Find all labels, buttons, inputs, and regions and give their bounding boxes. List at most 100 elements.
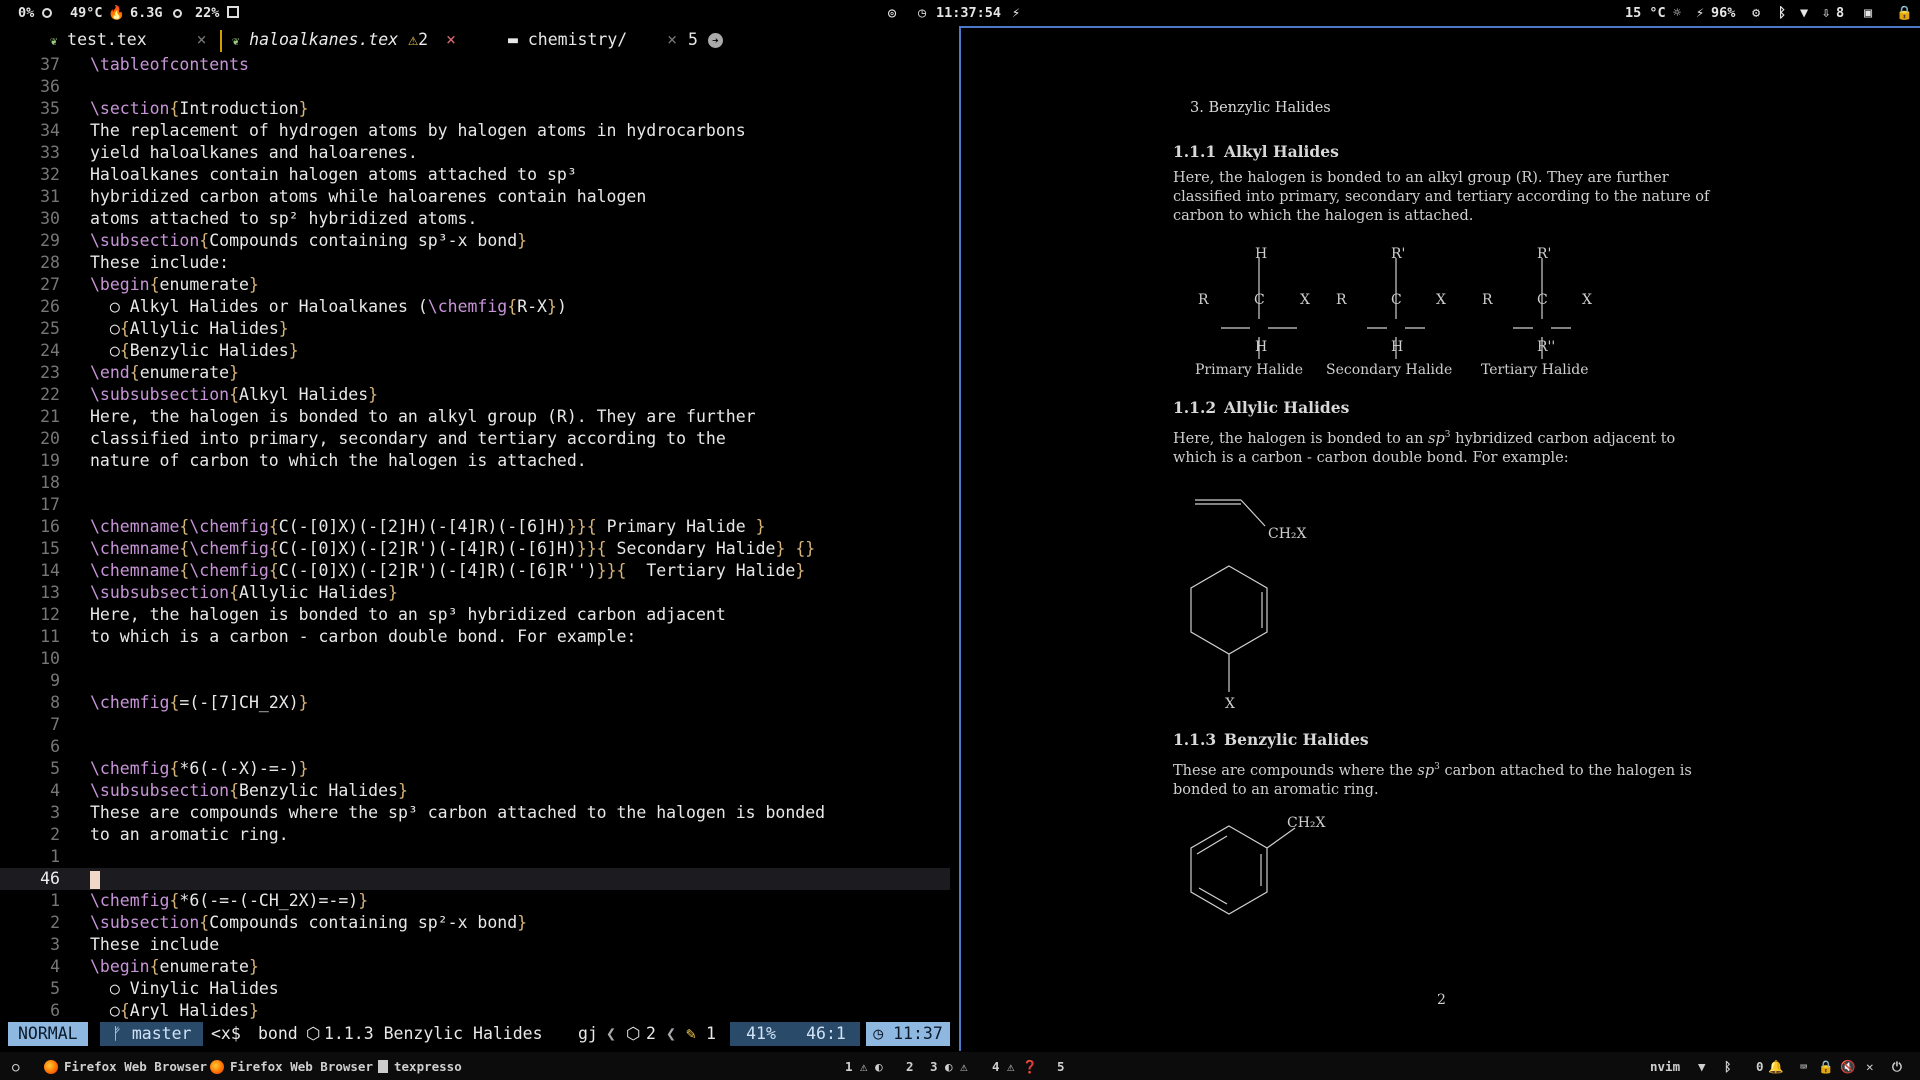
code-line[interactable]: 2 to an aromatic ring. (0, 824, 950, 846)
atom-label: C (1391, 292, 1402, 308)
workspace-3[interactable]: 3 ◐ ⚠ (930, 1059, 968, 1074)
lock-icon[interactable]: 🔒 (1818, 1059, 1834, 1075)
atom-label: CH₂X (1268, 526, 1307, 542)
code-line[interactable]: 5 ○ Vinylic Halides (0, 978, 950, 1000)
line-number: 22 (40, 385, 60, 404)
mic-mute-icon[interactable]: ✕ (1866, 1059, 1874, 1074)
bluetooth-icon[interactable]: ᛒ (1724, 1059, 1732, 1074)
launcher-icon[interactable]: ○ (12, 1059, 20, 1074)
code-line[interactable]: 13 \subsubsection{Allylic Halides} (0, 582, 950, 604)
line-text: to which is a carbon - carbon double bon… (90, 627, 637, 646)
code-line[interactable]: 11 to which is a carbon - carbon double b… (0, 626, 950, 648)
line-text: \chemname{\chemfig{C(-[0]X)(-[2]R')(-[4]… (90, 539, 816, 558)
image-icon[interactable]: ▣ (1864, 5, 1872, 21)
line-number: 8 (50, 693, 60, 712)
code-line[interactable]: 10 (0, 648, 950, 670)
code-line[interactable]: 37 \tableofcontents (0, 54, 950, 76)
code-line[interactable]: 21 Here, the halogen is bonded to an alky… (0, 406, 950, 428)
cursor-position: 46:1 (792, 1022, 860, 1046)
code-line[interactable]: 25 ○{Allylic Halides} (0, 318, 950, 340)
close-icon[interactable]: × (446, 30, 456, 49)
line-number: 35 (40, 99, 60, 118)
tab-chemistry-dir[interactable]: ▬ chemistry/ × (508, 30, 677, 49)
code-line[interactable]: 36 (0, 76, 950, 98)
tab-label: haloalkanes.tex (249, 30, 399, 49)
code-line[interactable]: 9 (0, 670, 950, 692)
code-line[interactable]: 23 \end{enumerate} (0, 362, 950, 384)
atom-label: H (1255, 246, 1268, 262)
code-line[interactable]: 35 \section{Introduction} (0, 98, 950, 120)
disk-usage: 22% (195, 5, 220, 21)
taskbar-app[interactable]: Firefox Web Browser (44, 1059, 207, 1074)
code-line[interactable]: 14 \chemname{\chemfig{C(-[0]X)(-[2]R')(-[… (0, 560, 950, 582)
code-line[interactable]: 5 \chemfig{*6(-(-X)-=-)} (0, 758, 950, 780)
line-text: The replacement of hydrogen atoms by hal… (90, 121, 746, 140)
line-text: These include (90, 935, 220, 954)
code-line[interactable]: 8 \chemfig{=(-[7]CH_2X)} (0, 692, 950, 714)
code-line[interactable]: 3 These include (0, 934, 950, 956)
volume-mute-icon[interactable]: 🔇 (1840, 1059, 1856, 1075)
code-line[interactable]: 18 (0, 472, 950, 494)
tab-test-tex[interactable]: ❦ test.tex × (50, 30, 207, 49)
line-number: 6 (50, 1001, 60, 1020)
close-icon[interactable]: × (667, 30, 677, 49)
pending-keys: <x$ (211, 1024, 241, 1043)
code-line[interactable]: 33 yield haloalkanes and haloarenes. (0, 142, 950, 164)
code-line[interactable]: 30 atoms attached to sp² hybridized atoms… (0, 208, 950, 230)
code-line[interactable]: 6 (0, 736, 950, 758)
atom-label: R (1336, 292, 1347, 308)
workspace-2[interactable]: 2 (906, 1059, 914, 1074)
editor-pane[interactable]: ❦ test.tex × ❦ haloalkanes.tex ⚠2 × ▬ ch… (0, 26, 958, 1051)
code-line[interactable]: 24 ○{Benzylic Halides} (0, 340, 950, 362)
bell-icon[interactable]: 🔔 (1768, 1059, 1784, 1075)
code-line[interactable]: 17 (0, 494, 950, 516)
code-line[interactable]: 28 These include: (0, 252, 950, 274)
workspace-4[interactable]: 4 ⚠ ❓ (992, 1059, 1038, 1075)
code-line[interactable]: 7 (0, 714, 950, 736)
code-line[interactable]: 15 \chemname{\chemfig{C(-[0]X)(-[2]R')(-[… (0, 538, 950, 560)
lock-icon[interactable]: 🔒 (1896, 5, 1913, 21)
code-line[interactable]: 4 \subsubsection{Benzylic Halides} (0, 780, 950, 802)
idle-icon[interactable]: ⚡ (1012, 5, 1020, 21)
bluetooth-icon[interactable]: ᛒ (1778, 5, 1786, 21)
code-line[interactable]: 27 \begin{enumerate} (0, 274, 950, 296)
tab-overflow[interactable]: 5 ➔ (688, 30, 723, 49)
current-word: bond (258, 1024, 298, 1043)
code-line[interactable]: 31 hybridized carbon atoms while haloaren… (0, 186, 950, 208)
tab-haloalkanes-tex[interactable]: ❦ haloalkanes.tex ⚠2 × (232, 30, 456, 49)
wifi-icon[interactable]: ▼ (1800, 5, 1808, 21)
code-line[interactable]: 1 (0, 846, 950, 868)
code-line[interactable]: 46 (0, 868, 950, 890)
line-number: 4 (50, 781, 60, 800)
code-line[interactable]: 2 \subsection{Compounds containing sp²-x … (0, 912, 950, 934)
code-line[interactable]: 19 nature of carbon to which the halogen … (0, 450, 950, 472)
wifi-icon[interactable]: ▼ (1698, 1059, 1706, 1074)
code-line[interactable]: 20 classified into primary, secondary and… (0, 428, 950, 450)
code-line[interactable]: 32 Haloalkanes contain halogen atoms atta… (0, 164, 950, 186)
clock-icon: ◷ (873, 1024, 894, 1043)
benzyl-structure (1190, 825, 1296, 915)
code-line[interactable]: 16 \chemname{\chemfig{C(-[0]X)(-[2]H)(-[4… (0, 516, 950, 538)
line-number: 16 (40, 517, 60, 536)
arrow-right-icon[interactable]: ➔ (707, 33, 723, 48)
code-line[interactable]: 12 Here, the halogen is bonded to an sp³ … (0, 604, 950, 626)
pdf-preview-pane[interactable]: 3. Benzylic Halides 1.1.1 Alkyl Halides … (959, 26, 1920, 1051)
workspace-5[interactable]: 5 (1057, 1059, 1065, 1074)
code-line[interactable]: 29 \subsection{Compounds containing sp³-x… (0, 230, 950, 252)
code-line[interactable]: 3 These are compounds where the sp³ carbo… (0, 802, 950, 824)
workspace-1[interactable]: 1 ⚠ ◐ (845, 1059, 883, 1074)
downloads-icon[interactable]: ⇩ (1822, 5, 1830, 21)
code-line[interactable]: 1 \chemfig{*6(-=-(-CH_2X)=-=)} (0, 890, 950, 912)
code-line[interactable]: 4 \begin{enumerate} (0, 956, 950, 978)
code-line[interactable]: 34 The replacement of hydrogen atoms by h… (0, 120, 950, 142)
code-line[interactable]: 22 \subsubsection{Alkyl Halides} (0, 384, 950, 406)
code-line[interactable]: 6 ○{Aryl Halides} (0, 1000, 950, 1022)
code-line[interactable]: 26 ○ Alkyl Halides or Haloalkanes (\chem… (0, 296, 950, 318)
power-icon[interactable]: ⏻ (1892, 1059, 1902, 1075)
taskbar-app[interactable]: Firefox Web Browser (210, 1059, 373, 1074)
taskbar-app[interactable]: texpresso (378, 1059, 462, 1074)
eye-off-icon[interactable]: ◎ (888, 5, 896, 21)
settings-icon[interactable]: ⚙ (1752, 5, 1760, 21)
keyboard-icon[interactable]: ⌨ (1800, 1059, 1808, 1074)
close-icon[interactable]: × (197, 30, 207, 49)
